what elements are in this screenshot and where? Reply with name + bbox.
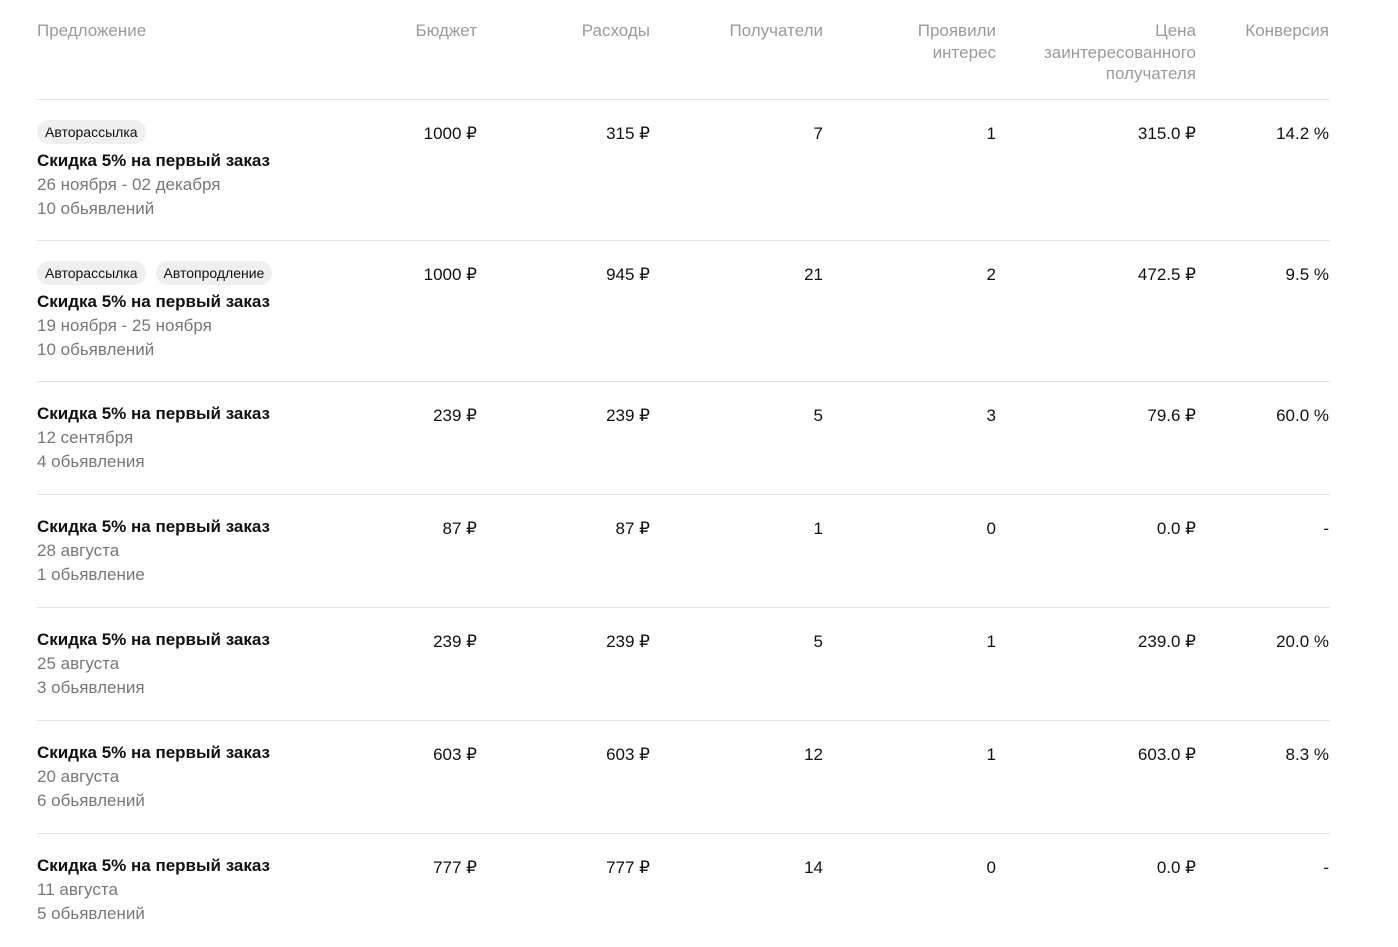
interested-cell: 1 [986, 124, 996, 143]
offer-cell: Авторассылка Автопродление Скидка 5% на пе… [37, 261, 377, 381]
header-price-line3: получателя [1105, 64, 1196, 83]
offer-title[interactable]: Скидка 5% на первый заказ [37, 515, 377, 539]
offer-dates: 19 ноября - 25 ноября [37, 316, 212, 335]
offer-title[interactable]: Скидка 5% на первый заказ [37, 149, 377, 173]
offer-dates: 20 августа [37, 767, 120, 786]
header-recipients[interactable]: Получатели [650, 20, 823, 99]
budget-cell: 239 ₽ [433, 406, 477, 425]
conversion-cell: - [1323, 519, 1329, 538]
interested-cell: 3 [986, 406, 996, 425]
conversion-cell: - [1323, 858, 1329, 877]
offer-cell: Скидка 5% на первый заказ 12 сентября 4 об… [37, 402, 377, 494]
offer-title[interactable]: Скидка 5% на первый заказ [37, 628, 377, 652]
offer-dates: 25 августа [37, 654, 120, 673]
tag-list: Авторассылка Автопродление [37, 261, 377, 285]
table-row[interactable]: Авторассылка Скидка 5% на первый заказ 26 … [37, 100, 1330, 241]
offer-tag: Авторассылка [37, 120, 146, 144]
recipients-cell: 21 [804, 265, 823, 284]
price-cell: 0.0 ₽ [1156, 519, 1196, 538]
offer-cell: Скидка 5% на первый заказ 20 августа 6 обь… [37, 741, 377, 833]
offer-ads-count: 3 обьявления [37, 678, 145, 697]
interested-cell: 1 [986, 745, 996, 764]
interested-cell: 0 [986, 519, 996, 538]
spend-cell: 239 ₽ [606, 406, 650, 425]
header-price[interactable]: Цена заинтересованного получателя [996, 20, 1196, 99]
spend-cell: 87 ₽ [615, 519, 650, 538]
offer-title[interactable]: Скидка 5% на первый заказ [37, 290, 377, 314]
recipients-cell: 5 [813, 632, 823, 651]
budget-cell: 1000 ₽ [423, 265, 477, 284]
table-header: Предложение Бюджет Расходы Получатели Пр… [37, 0, 1330, 100]
header-price-line1: Цена [1155, 21, 1196, 40]
budget-cell: 603 ₽ [433, 745, 477, 764]
interested-cell: 2 [986, 265, 996, 284]
interested-cell: 0 [986, 858, 996, 877]
header-spend[interactable]: Расходы [477, 20, 650, 99]
offer-ads-count: 6 обьявлений [37, 791, 145, 810]
conversion-cell: 14.2 % [1276, 124, 1329, 143]
offer-ads-count: 5 обьявлений [37, 904, 145, 923]
header-interested-line1: Проявили [917, 21, 996, 40]
recipients-cell: 14 [804, 858, 823, 877]
header-conversion[interactable]: Конверсия [1196, 20, 1329, 99]
offer-ads-count: 10 обьявлений [37, 199, 155, 218]
budget-cell: 777 ₽ [433, 858, 477, 877]
offer-ads-count: 1 обьявление [37, 565, 145, 584]
recipients-cell: 5 [813, 406, 823, 425]
offer-ads-count: 4 обьявления [37, 452, 145, 471]
recipients-cell: 12 [804, 745, 823, 764]
offer-cell: Скидка 5% на первый заказ 28 августа 1 обь… [37, 515, 377, 607]
table-row[interactable]: Скидка 5% на первый заказ 28 августа 1 обь… [37, 495, 1330, 608]
table-row[interactable]: Авторассылка Автопродление Скидка 5% на пе… [37, 241, 1330, 382]
table-row[interactable]: Скидка 5% на первый заказ 11 августа 5 обь… [37, 834, 1330, 947]
offer-tag: Автопродление [155, 261, 273, 285]
offer-dates: 28 августа [37, 541, 120, 560]
spend-cell: 777 ₽ [606, 858, 650, 877]
price-cell: 79.6 ₽ [1147, 406, 1196, 425]
tag-list: Авторассылка [37, 120, 377, 144]
header-offer[interactable]: Предложение [37, 20, 377, 99]
header-budget[interactable]: Бюджет [377, 20, 477, 99]
table-row[interactable]: Скидка 5% на первый заказ 25 августа 3 обь… [37, 608, 1330, 721]
conversion-cell: 60.0 % [1276, 406, 1329, 425]
budget-cell: 87 ₽ [442, 519, 477, 538]
spend-cell: 945 ₽ [606, 265, 650, 284]
budget-cell: 239 ₽ [433, 632, 477, 651]
header-interested[interactable]: Проявили интерес [823, 20, 996, 99]
header-price-line2: заинтересованного [1043, 42, 1196, 62]
offer-title[interactable]: Скидка 5% на первый заказ [37, 402, 377, 426]
table-body: Авторассылка Скидка 5% на первый заказ 26 … [37, 100, 1330, 947]
budget-cell: 1000 ₽ [423, 124, 477, 143]
recipients-cell: 1 [813, 519, 823, 538]
offer-cell: Скидка 5% на первый заказ 11 августа 5 обь… [37, 854, 377, 947]
table-row[interactable]: Скидка 5% на первый заказ 12 сентября 4 об… [37, 382, 1330, 495]
offer-dates: 11 августа [37, 880, 118, 899]
price-cell: 603.0 ₽ [1137, 745, 1196, 764]
offer-tag: Авторассылка [37, 261, 146, 285]
offer-cell: Скидка 5% на первый заказ 25 августа 3 обь… [37, 628, 377, 720]
conversion-cell: 9.5 % [1285, 265, 1329, 284]
offers-table: Предложение Бюджет Расходы Получатели Пр… [37, 0, 1330, 947]
spend-cell: 239 ₽ [606, 632, 650, 651]
conversion-cell: 8.3 % [1285, 745, 1329, 764]
offer-dates: 12 сентября [37, 428, 134, 447]
interested-cell: 1 [986, 632, 996, 651]
offer-ads-count: 10 обьявлений [37, 340, 155, 359]
conversion-cell: 20.0 % [1276, 632, 1329, 651]
price-cell: 239.0 ₽ [1137, 632, 1196, 651]
offer-cell: Авторассылка Скидка 5% на первый заказ 26 … [37, 120, 377, 240]
offer-dates: 26 ноября - 02 декабря [37, 175, 221, 194]
table-row[interactable]: Скидка 5% на первый заказ 20 августа 6 обь… [37, 721, 1330, 834]
recipients-cell: 7 [813, 124, 823, 143]
spend-cell: 315 ₽ [606, 124, 650, 143]
header-interested-line2: интерес [932, 42, 996, 62]
price-cell: 472.5 ₽ [1137, 265, 1196, 284]
spend-cell: 603 ₽ [606, 745, 650, 764]
offer-title[interactable]: Скидка 5% на первый заказ [37, 854, 377, 878]
price-cell: 315.0 ₽ [1137, 124, 1196, 143]
offer-title[interactable]: Скидка 5% на первый заказ [37, 741, 377, 765]
price-cell: 0.0 ₽ [1156, 858, 1196, 877]
